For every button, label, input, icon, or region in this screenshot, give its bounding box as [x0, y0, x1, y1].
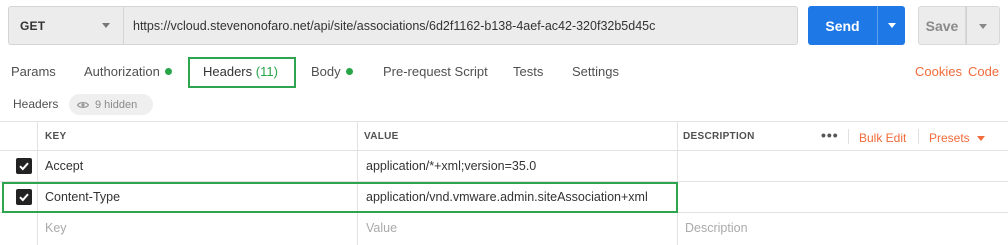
status-dot-icon	[345, 68, 353, 75]
tab-tests[interactable]: Tests	[513, 64, 543, 79]
presets-label: Presets	[929, 131, 970, 145]
presets-dropdown[interactable]: Presets	[929, 131, 985, 145]
hidden-headers-toggle[interactable]: 9 hidden	[69, 94, 153, 115]
send-options-button[interactable]	[877, 6, 905, 45]
column-header-value: VALUE	[364, 131, 399, 142]
headers-section-title: Headers	[13, 97, 59, 111]
hidden-count: 9 hidden	[95, 98, 138, 111]
send-button[interactable]: Send	[808, 6, 877, 45]
chevron-down-icon	[979, 24, 987, 29]
table-row: Accept application/*+xml;version=35.0	[0, 151, 1008, 182]
method-label: GET	[20, 18, 46, 33]
value-input[interactable]: Value	[366, 221, 397, 235]
highlight-box	[2, 182, 678, 213]
table-row-new: Key Value Description	[0, 213, 1008, 244]
tab-params[interactable]: Params	[11, 64, 56, 79]
tab-label: Body	[311, 64, 341, 79]
cookies-link[interactable]: Cookies	[915, 64, 962, 79]
checkbox-checked-icon[interactable]	[16, 158, 32, 174]
bulk-edit-link[interactable]: Bulk Edit	[859, 131, 906, 145]
tab-pre-request-script[interactable]: Pre-request Script	[383, 64, 488, 79]
column-header-description: DESCRIPTION	[683, 131, 755, 142]
code-link[interactable]: Code	[968, 64, 999, 79]
action-divider	[848, 129, 849, 144]
method-select[interactable]: GET	[8, 6, 124, 45]
tab-settings[interactable]: Settings	[572, 64, 619, 79]
header-key[interactable]: Accept	[45, 159, 83, 173]
status-dot-icon	[164, 68, 172, 75]
chevron-down-icon	[102, 23, 110, 28]
tab-label: Settings	[572, 64, 619, 79]
chevron-down-icon	[976, 136, 985, 141]
tab-label: Params	[11, 64, 56, 79]
more-dots-icon[interactable]: •••	[821, 127, 839, 143]
action-divider	[918, 129, 919, 144]
header-value[interactable]: application/*+xml;version=35.0	[366, 159, 536, 173]
save-options-button[interactable]	[966, 6, 1000, 45]
highlight-box	[188, 57, 296, 88]
tab-authorization[interactable]: Authorization	[84, 64, 172, 79]
description-input[interactable]: Description	[685, 221, 748, 235]
chevron-down-icon	[888, 23, 896, 28]
table-header-row: KEY VALUE DESCRIPTION ••• Bulk Edit Pres…	[0, 121, 1008, 151]
url-input[interactable]: https://vcloud.stevenonofaro.net/api/sit…	[123, 6, 798, 45]
tab-label: Authorization	[84, 64, 160, 79]
column-header-key: KEY	[45, 131, 67, 142]
tab-body[interactable]: Body	[311, 64, 353, 79]
key-input[interactable]: Key	[45, 221, 67, 235]
eye-icon	[77, 101, 89, 108]
tab-label: Pre-request Script	[383, 64, 488, 79]
tab-label: Tests	[513, 64, 544, 79]
save-button[interactable]: Save	[918, 6, 966, 45]
